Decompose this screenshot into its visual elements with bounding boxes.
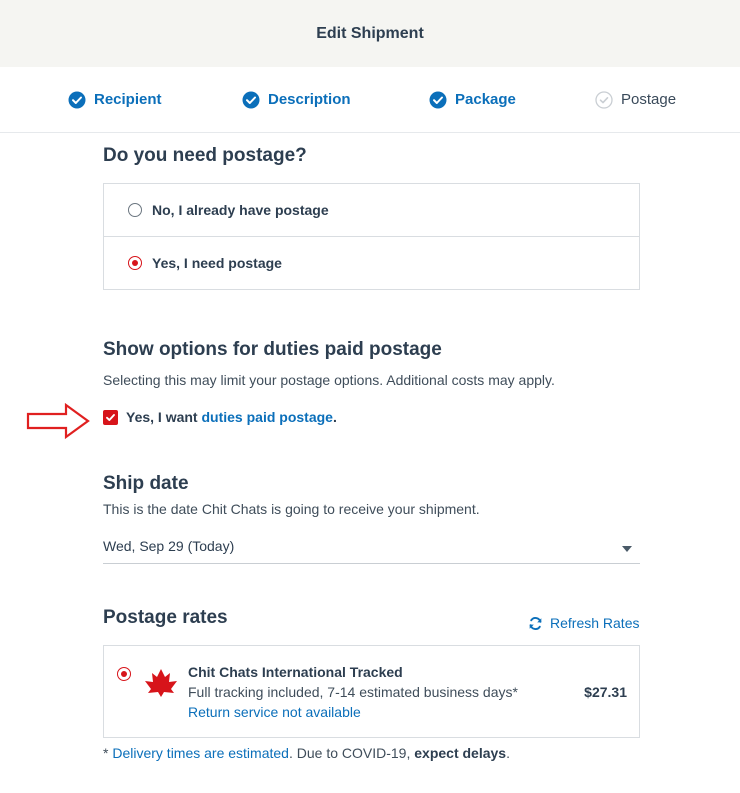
duties-paid-postage-link[interactable]: duties paid postage — [201, 409, 332, 425]
duties-description: Selecting this may limit your postage op… — [103, 372, 555, 388]
ship-date-select[interactable]: Wed, Sep 29 (Today) — [103, 538, 640, 564]
expect-delays-text: expect delays — [414, 745, 507, 761]
checkbox-label-suffix: . — [332, 409, 337, 425]
option-need-postage[interactable]: Yes, I need postage — [104, 236, 639, 289]
radio-button[interactable] — [128, 203, 142, 217]
maple-leaf-icon — [145, 669, 177, 697]
rate-option[interactable]: Chit Chats International Tracked Full tr… — [103, 645, 640, 738]
ship-date-value: Wed, Sep 29 (Today) — [103, 538, 235, 554]
step-label: Description — [268, 91, 351, 108]
refresh-rates-button[interactable]: Refresh Rates — [528, 615, 639, 631]
step-recipient[interactable]: Recipient — [68, 67, 162, 132]
check-circle-icon — [595, 90, 613, 109]
check-circle-icon — [429, 91, 447, 108]
return-service-note[interactable]: Return service not available — [188, 704, 361, 720]
step-label: Postage — [621, 91, 677, 108]
step-progress-bar: Recipient Description Package Postage — [0, 67, 740, 133]
footnote-suffix: . — [506, 745, 510, 761]
option-label: Yes, I need postage — [152, 255, 282, 271]
checkmark-icon — [106, 413, 115, 421]
radio-button-selected[interactable] — [117, 667, 131, 681]
footnote-middle: . Due to COVID-19, — [288, 745, 415, 761]
postage-rates-heading: Postage rates — [103, 607, 228, 628]
check-circle-icon — [68, 91, 86, 108]
arrow-right-icon — [26, 402, 90, 440]
option-label: No, I already have postage — [152, 202, 329, 218]
rate-name: Chit Chats International Tracked — [188, 664, 403, 680]
step-postage[interactable]: Postage — [595, 67, 676, 132]
checkbox-label-prefix: Yes, I want — [126, 409, 202, 425]
postage-need-options: No, I already have postage Yes, I need p… — [103, 183, 640, 290]
ship-date-heading: Ship date — [103, 473, 189, 494]
page-title: Edit Shipment — [316, 24, 424, 42]
postage-need-heading: Do you need postage? — [103, 145, 307, 166]
step-label: Recipient — [94, 91, 162, 108]
step-label: Package — [455, 91, 516, 108]
rate-price: $27.31 — [584, 684, 627, 700]
step-package[interactable]: Package — [429, 67, 516, 132]
radio-button-selected[interactable] — [128, 256, 142, 270]
step-description[interactable]: Description — [242, 67, 351, 132]
chevron-down-icon[interactable] — [622, 546, 632, 552]
duties-heading: Show options for duties paid postage — [103, 339, 442, 360]
duties-checkbox[interactable] — [103, 409, 118, 425]
refresh-rates-label: Refresh Rates — [550, 615, 640, 631]
delivery-footnote: * Delivery times are estimated. Due to C… — [103, 745, 510, 761]
modal-header: Edit Shipment — [0, 0, 740, 67]
check-circle-icon — [242, 91, 260, 108]
refresh-icon — [529, 616, 542, 630]
delivery-times-link[interactable]: Delivery times are estimated — [112, 745, 289, 761]
rate-description: Full tracking included, 7-14 estimated b… — [188, 684, 518, 700]
footnote-prefix: * — [103, 745, 113, 761]
option-no-postage[interactable]: No, I already have postage — [104, 184, 639, 236]
duties-checkbox-row[interactable]: Yes, I want duties paid postage . — [103, 409, 337, 425]
ship-date-description: This is the date Chit Chats is going to … — [103, 501, 480, 517]
